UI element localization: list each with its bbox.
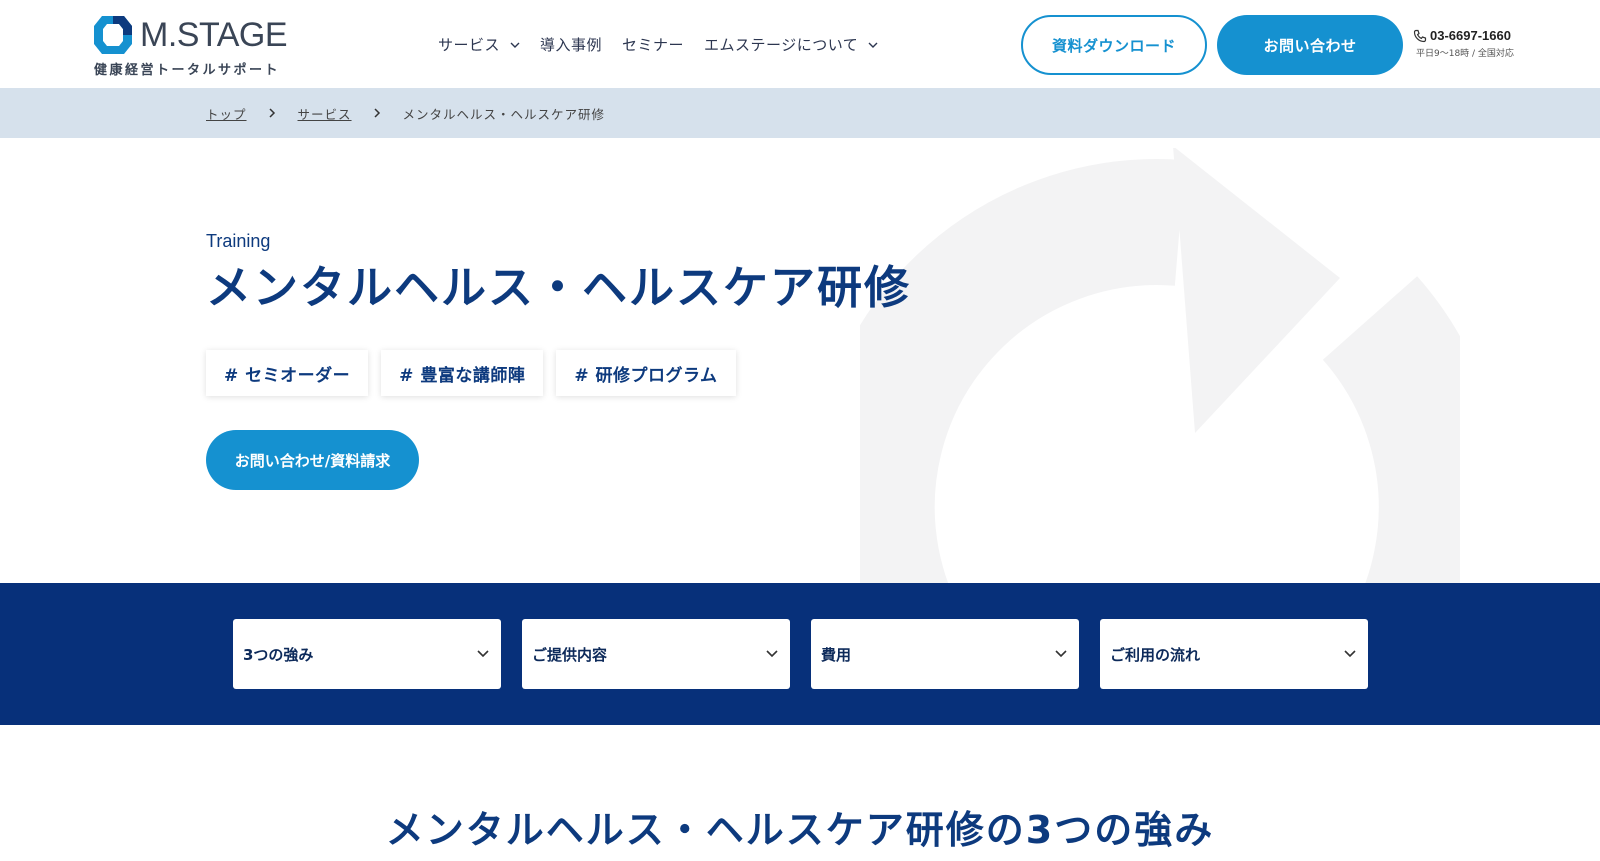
logo-wordmark: M.STAGE — [140, 16, 288, 54]
breadcrumb-link-top[interactable]: トップ — [206, 104, 247, 123]
phone-hours: 平日9〜18時 / 全国対応 — [1416, 49, 1514, 59]
strengths-section-title: メンタルヘルス・ヘルスケア研修の3つの強み — [385, 808, 1215, 852]
chevron-down-icon — [1344, 650, 1356, 658]
anchor-label: 費用 — [821, 645, 852, 664]
hero-section: Training メンタルヘルス・ヘルスケア研修 # セミオーダー # 豊富な講… — [0, 138, 1600, 583]
anchor-label: ご利用の流れ — [1110, 645, 1201, 664]
anchor-nav-band: 3つの強み ご提供内容 費用 ご利用の流れ — [0, 583, 1600, 725]
hero-eyebrow: Training — [206, 231, 271, 251]
anchor-strengths[interactable]: 3つの強み — [233, 619, 501, 689]
chevron-right-icon — [374, 108, 381, 118]
main-nav: サービス 導入事例 セミナー エムステージについて — [438, 32, 898, 56]
nav-item-seminar[interactable]: セミナー — [622, 34, 684, 55]
nav-item-label: セミナー — [622, 35, 685, 54]
logo-subtitle: 健康経営トータルサポート — [94, 63, 281, 78]
download-button[interactable]: 資料ダウンロード — [1021, 15, 1207, 75]
nav-item-services[interactable]: サービス — [438, 34, 520, 55]
inquiry-button[interactable]: お問い合わせ/資料請求 — [206, 430, 419, 490]
phone-number: 03-6697-1660 — [1430, 28, 1511, 43]
nav-item-about[interactable]: エムステージについて — [704, 34, 878, 55]
logo-hexagon-icon — [94, 16, 132, 54]
breadcrumb: トップ サービス メンタルヘルス・ヘルスケア研修 — [0, 88, 1600, 138]
phone-number-row: 03-6697-1660 — [1413, 28, 1533, 43]
phone-icon — [1413, 29, 1427, 42]
breadcrumb-link-services[interactable]: サービス — [298, 104, 352, 123]
nav-item-label: エムステージについて — [704, 35, 859, 54]
phone-contact[interactable]: 03-6697-1660 平日9〜18時 / 全国対応 — [1413, 28, 1533, 59]
nav-item-label: サービス — [438, 35, 501, 54]
site-header: M.STAGE 健康経営トータルサポート サービス 導入事例 セミナー エムステ… — [0, 0, 1600, 88]
tag-instructors[interactable]: # 豊富な講師陣 — [381, 350, 544, 396]
chevron-down-icon — [510, 35, 520, 53]
chevron-right-icon — [268, 108, 276, 118]
anchor-label: 3つの強み — [243, 645, 314, 664]
hero-tags: # セミオーダー # 豊富な講師陣 # 研修プログラム — [206, 350, 749, 396]
page-title: メンタルヘルス・ヘルスケア研修 — [206, 261, 912, 314]
anchor-offerings[interactable]: ご提供内容 — [522, 619, 790, 689]
anchor-cost[interactable]: 費用 — [811, 619, 1079, 689]
chevron-down-icon — [766, 650, 778, 658]
circular-arrow-icon — [860, 148, 1460, 583]
tag-program[interactable]: # 研修プログラム — [556, 350, 736, 396]
contact-button[interactable]: お問い合わせ — [1217, 15, 1403, 75]
chevron-down-icon — [477, 650, 489, 658]
site-logo[interactable]: M.STAGE 健康経営トータルサポート — [92, 12, 302, 78]
anchor-label: ご提供内容 — [532, 645, 608, 664]
chevron-down-icon — [868, 35, 878, 53]
tag-semi-order[interactable]: # セミオーダー — [206, 350, 369, 396]
breadcrumb-current: メンタルヘルス・ヘルスケア研修 — [402, 106, 606, 122]
nav-item-label: 導入事例 — [540, 35, 603, 54]
anchor-flow[interactable]: ご利用の流れ — [1100, 619, 1368, 689]
nav-item-cases[interactable]: 導入事例 — [540, 34, 602, 55]
chevron-down-icon — [1055, 650, 1067, 658]
